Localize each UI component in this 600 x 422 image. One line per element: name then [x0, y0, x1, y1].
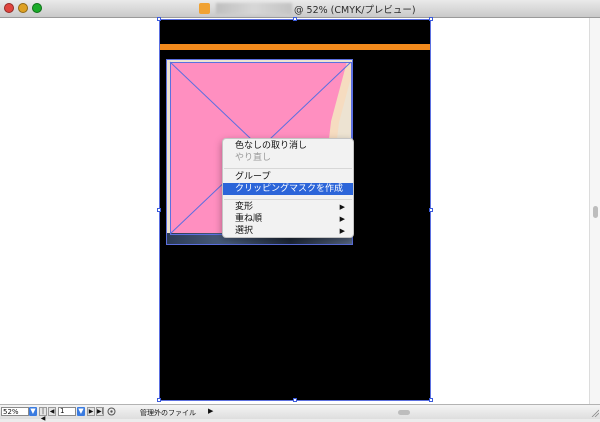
zoom-dropdown-button[interactable]: ▼ — [29, 407, 37, 416]
zoom-window-button[interactable] — [32, 3, 42, 13]
submenu-arrow-icon: ▶ — [339, 215, 345, 223]
selection-handle-bottom-left[interactable] — [157, 398, 161, 402]
last-page-button[interactable]: ▶| — [96, 407, 104, 416]
selection-handle-bottom-right[interactable] — [429, 398, 433, 402]
first-page-button[interactable]: |◀ — [39, 407, 47, 422]
menu-item-select[interactable]: 選択 ▶ — [223, 225, 353, 237]
document-icon — [199, 3, 210, 14]
title-bar: @ 52% (CMYK/プレビュー) — [0, 0, 600, 18]
menu-separator — [224, 168, 352, 169]
menu-item-undo-no-color[interactable]: 色なしの取り消し — [223, 140, 353, 152]
minimize-window-button[interactable] — [18, 3, 28, 13]
status-bar: 52% ▼ |◀ ◀ 1 ▼ ▶ ▶| 管理外のファイル ▶ — [0, 404, 600, 422]
menu-item-transform[interactable]: 変形 ▶ — [223, 201, 353, 213]
selection-handle-top-right[interactable] — [429, 17, 433, 21]
close-window-button[interactable] — [4, 3, 14, 13]
selection-handle-top-left[interactable] — [157, 17, 161, 21]
selection-handle-middle-right[interactable] — [429, 208, 433, 212]
window-title: @ 52% (CMYK/プレビュー) — [294, 5, 416, 16]
page-number-field[interactable]: 1 — [58, 407, 76, 416]
pages-icon[interactable] — [107, 407, 116, 416]
submenu-arrow-icon: ▶ — [339, 203, 345, 211]
menu-item-redo: やり直し — [235, 153, 272, 163]
menu-separator — [224, 199, 352, 200]
selection-handle-middle-left[interactable] — [157, 208, 161, 212]
selection-handle-top-center[interactable] — [293, 17, 297, 21]
redacted-filename — [216, 3, 292, 14]
status-menu-arrow-icon[interactable]: ▶ — [208, 407, 213, 415]
next-page-button[interactable]: ▶ — [87, 407, 95, 416]
menu-item-group[interactable]: グループ — [223, 171, 353, 183]
status-text[interactable]: 管理外のファイル — [140, 408, 196, 418]
horizontal-scroll-thumb[interactable] — [398, 410, 410, 415]
submenu-arrow-icon: ▶ — [339, 227, 345, 235]
selection-handle-bottom-center[interactable] — [293, 398, 297, 402]
previous-page-button[interactable]: ◀ — [48, 407, 56, 416]
menu-item-arrange[interactable]: 重ね順 ▶ — [223, 213, 353, 225]
vertical-scroll-thumb[interactable] — [593, 206, 598, 218]
vertical-scrollbar[interactable] — [589, 18, 600, 404]
page-dropdown-button[interactable]: ▼ — [77, 407, 85, 416]
context-menu: 色なしの取り消し やり直し グループ クリッピングマスクを作成 変形 ▶ 重ね順… — [222, 138, 354, 238]
resize-grip-icon[interactable] — [590, 408, 599, 417]
menu-item-make-clipping-mask[interactable]: クリッピングマスクを作成 — [223, 183, 353, 195]
zoom-field[interactable]: 52% — [1, 407, 29, 416]
